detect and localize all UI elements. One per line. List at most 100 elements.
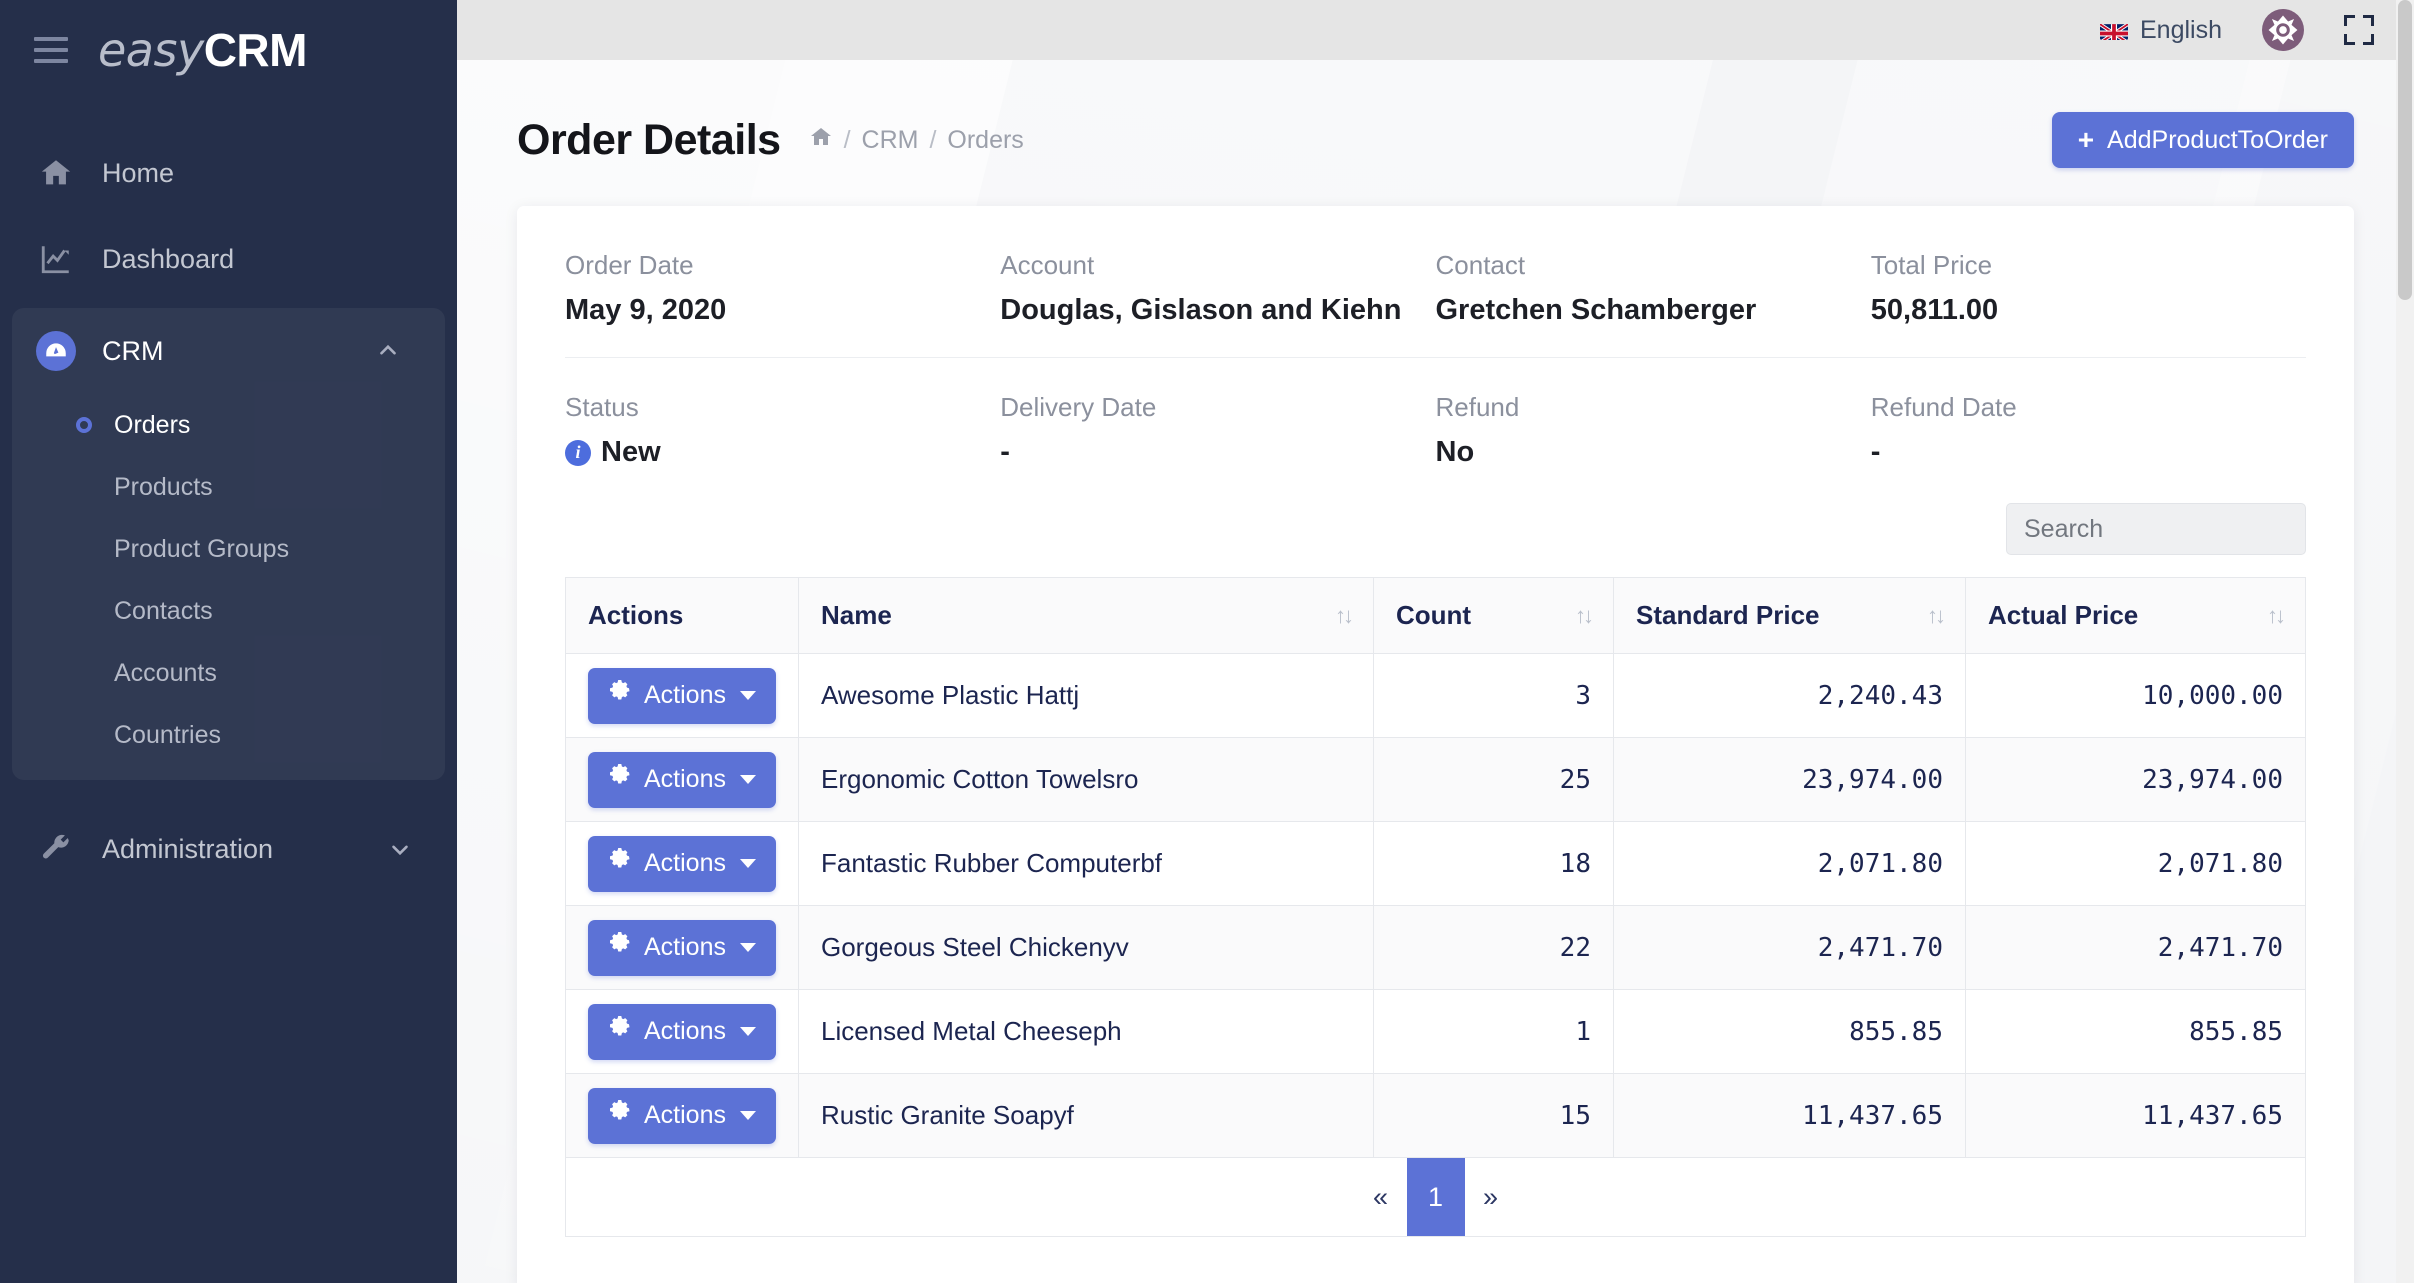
user-avatar-icon[interactable] — [2262, 9, 2304, 51]
column-header-actual-price[interactable]: Actual Price ↑↓ — [1965, 578, 2305, 654]
breadcrumb-item-crm[interactable]: CRM — [862, 126, 919, 155]
column-header-actions[interactable]: Actions — [566, 578, 799, 654]
chevron-down-icon — [740, 775, 756, 784]
sidebar-item-products[interactable]: Products — [12, 456, 445, 518]
row-actions-button[interactable]: Actions — [588, 752, 776, 808]
table-row: ActionsFantastic Rubber Computerbf182,07… — [566, 822, 2306, 906]
cell-count: 25 — [1373, 738, 1613, 822]
scrollbar-thumb[interactable] — [2398, 0, 2412, 300]
column-header-name[interactable]: Name↑↓ — [798, 578, 1373, 654]
pagination-next[interactable]: » — [1465, 1158, 1517, 1236]
cell-actions: Actions — [566, 654, 799, 738]
sidebar-item-contacts[interactable]: Contacts — [12, 580, 445, 642]
sidebar-item-label: Product Groups — [114, 535, 289, 564]
cell-name: Gorgeous Steel Chickenyv — [798, 906, 1373, 990]
sidebar-item-label: Contacts — [114, 597, 213, 626]
table-row: ActionsGorgeous Steel Chickenyv222,471.7… — [566, 906, 2306, 990]
sidebar-item-label: Orders — [114, 411, 190, 440]
cell-standard-price: 11,437.65 — [1613, 1074, 1965, 1158]
bullet-dot-icon — [76, 417, 92, 433]
pagination-page-1[interactable]: 1 — [1407, 1158, 1465, 1236]
field-label: Refund Date — [1871, 392, 2306, 423]
pagination-cell: « 1 » — [566, 1158, 2306, 1237]
field-label: Refund — [1436, 392, 1871, 423]
sort-icon: ↑↓ — [1927, 603, 1943, 629]
cell-actual-price: 23,974.00 — [1965, 738, 2305, 822]
gear-icon — [608, 1016, 632, 1047]
row-actions-button[interactable]: Actions — [588, 836, 776, 892]
cell-actual-price: 2,471.70 — [1965, 906, 2305, 990]
column-header-count[interactable]: Count↑↓ — [1373, 578, 1613, 654]
cell-actions: Actions — [566, 822, 799, 906]
field-refund-date: Refund Date - — [1871, 392, 2306, 469]
language-selector[interactable]: English — [2100, 16, 2222, 45]
cell-standard-price: 2,471.70 — [1613, 906, 1965, 990]
gear-icon — [608, 848, 632, 879]
sidebar-item-label: Home — [102, 158, 457, 189]
row-actions-button[interactable]: Actions — [588, 668, 776, 724]
field-value: Douglas, Gislason and Kiehn — [1000, 294, 1435, 327]
wrench-icon — [36, 832, 76, 866]
field-order-date: Order Date May 9, 2020 — [565, 250, 1000, 327]
products-table: Actions Name↑↓ Count↑↓ Standard Price ↑↓ — [565, 577, 2306, 1237]
row-actions-label: Actions — [644, 1017, 726, 1046]
row-actions-label: Actions — [644, 1101, 726, 1130]
page-content: Order Details / CRM / Orders + AddProduc… — [457, 60, 2414, 1283]
sidebar-item-administration[interactable]: Administration — [0, 806, 457, 892]
breadcrumb-item-orders[interactable]: Orders — [947, 126, 1023, 155]
speedometer-icon — [36, 331, 76, 371]
fullscreen-icon[interactable] — [2344, 15, 2374, 45]
sidebar-item-home[interactable]: Home — [0, 130, 457, 216]
table-head: Actions Name↑↓ Count↑↓ Standard Price ↑↓ — [566, 578, 2306, 654]
sidebar-group-crm: CRM Orders Products Product Groups — [12, 308, 445, 780]
breadcrumb-separator: / — [844, 126, 851, 155]
cell-name: Licensed Metal Cheeseph — [798, 990, 1373, 1074]
info-icon: i — [565, 440, 591, 466]
row-actions-button[interactable]: Actions — [588, 1004, 776, 1060]
row-actions-button[interactable]: Actions — [588, 1088, 776, 1144]
details-row-2: Status i New Delivery Date - Refund No — [565, 357, 2306, 469]
sidebar-item-accounts[interactable]: Accounts — [12, 642, 445, 704]
row-actions-label: Actions — [644, 765, 726, 794]
home-icon[interactable] — [809, 125, 833, 156]
brand-logo[interactable]: easyCRM — [98, 23, 307, 77]
sidebar-item-orders[interactable]: Orders — [12, 394, 445, 456]
column-label: Standard Price — [1636, 600, 1820, 631]
brand-crm-text: CRM — [204, 24, 307, 76]
breadcrumb: / CRM / Orders — [809, 125, 1024, 156]
sidebar-item-product-groups[interactable]: Product Groups — [12, 518, 445, 580]
home-icon — [36, 156, 76, 190]
sidebar-group-crm-header[interactable]: CRM — [12, 308, 445, 394]
gear-icon — [608, 1100, 632, 1131]
row-actions-button[interactable]: Actions — [588, 920, 776, 976]
sidebar-item-dashboard[interactable]: Dashboard — [0, 216, 457, 302]
chevron-down-icon — [740, 691, 756, 700]
hamburger-menu-icon[interactable] — [34, 37, 68, 63]
chevron-down-icon — [740, 1027, 756, 1036]
add-product-to-order-button[interactable]: + AddProductToOrder — [2052, 112, 2354, 168]
breadcrumb-separator: / — [929, 126, 936, 155]
column-header-standard-price[interactable]: Standard Price ↑↓ — [1613, 578, 1965, 654]
search-input[interactable] — [2006, 503, 2306, 555]
cell-standard-price: 23,974.00 — [1613, 738, 1965, 822]
pagination: « 1 » — [588, 1158, 2283, 1236]
app-root: easyCRM Home Dashboard — [0, 0, 2414, 1283]
sidebar-item-label: Accounts — [114, 659, 217, 688]
sidebar-item-countries[interactable]: Countries — [12, 704, 445, 766]
field-label: Status — [565, 392, 1000, 423]
details-row-1: Order Date May 9, 2020 Account Douglas, … — [565, 250, 2306, 327]
vertical-scrollbar[interactable] — [2396, 0, 2414, 1283]
gear-icon — [608, 932, 632, 963]
pagination-prev[interactable]: « — [1355, 1158, 1407, 1236]
sort-icon: ↑↓ — [1575, 603, 1591, 629]
cell-actions: Actions — [566, 906, 799, 990]
cell-count: 18 — [1373, 822, 1613, 906]
column-label: Actual Price — [1988, 600, 2138, 631]
sort-icon: ↑↓ — [2267, 603, 2283, 629]
cell-actions: Actions — [566, 738, 799, 822]
row-actions-label: Actions — [644, 933, 726, 962]
cell-count: 1 — [1373, 990, 1613, 1074]
search-container — [565, 503, 2306, 555]
pagination-row: « 1 » — [566, 1158, 2306, 1237]
gear-icon — [608, 680, 632, 711]
